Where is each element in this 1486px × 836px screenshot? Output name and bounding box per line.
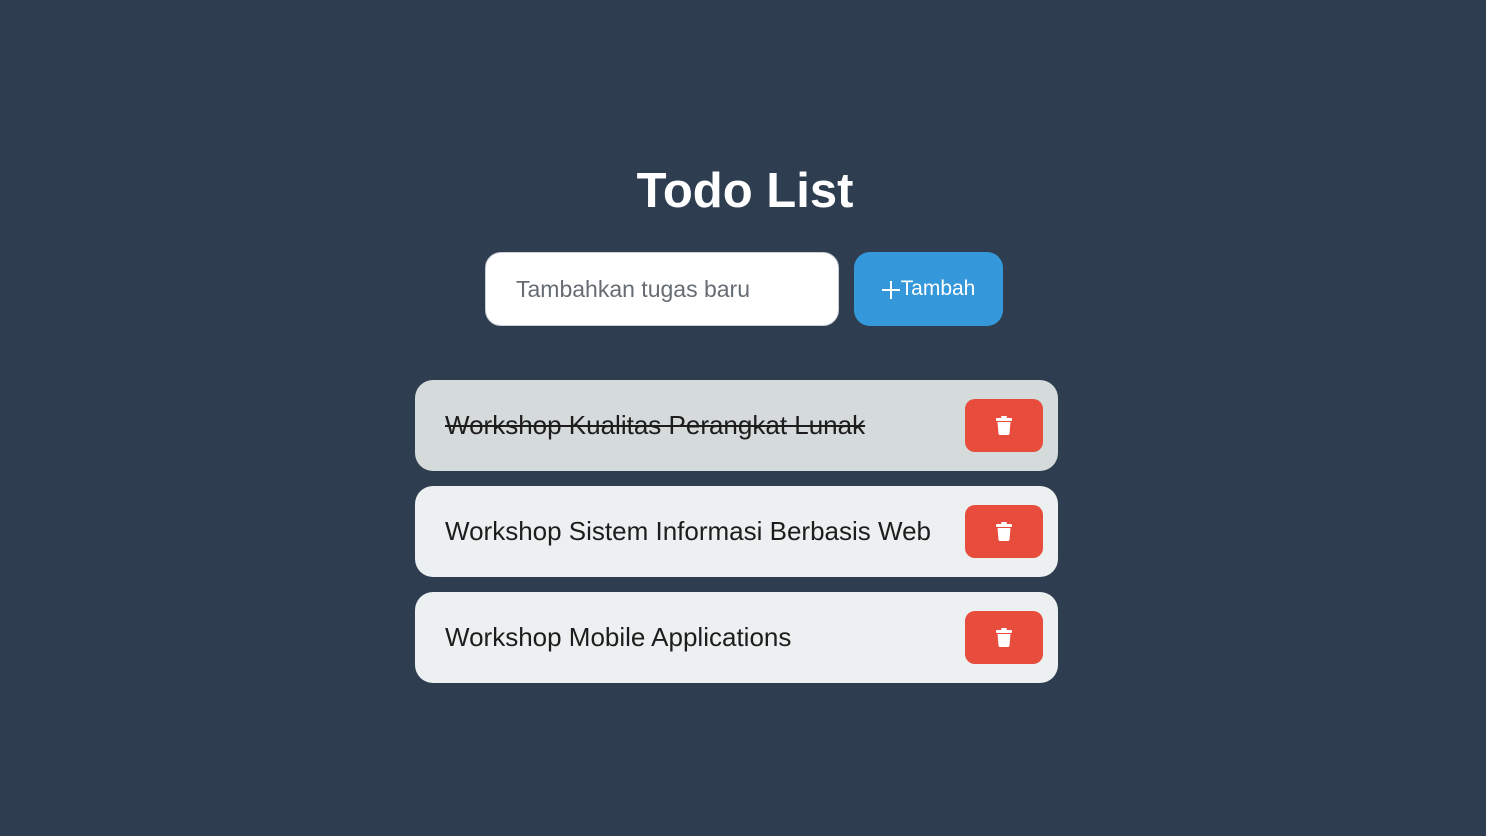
todo-item[interactable]: Workshop Sistem Informasi Berbasis Web [415, 486, 1058, 577]
todo-item[interactable]: Workshop Mobile Applications [415, 592, 1058, 683]
todo-item-text: Workshop Kualitas Perangkat Lunak [445, 410, 866, 440]
add-task-form: Tambah [485, 252, 1003, 326]
trash-icon [996, 416, 1012, 435]
todo-item-text: Workshop Mobile Applications [445, 622, 792, 652]
trash-icon [996, 628, 1012, 647]
todo-list: Workshop Kualitas Perangkat Lunak Worksh… [415, 380, 1058, 698]
delete-todo-button[interactable] [965, 611, 1043, 664]
todo-item[interactable]: Workshop Kualitas Perangkat Lunak [415, 380, 1058, 471]
todo-app: Todo List Tambah Workshop Kualitas Peran… [0, 0, 1486, 836]
trash-icon [996, 522, 1012, 541]
plus-icon [881, 280, 900, 299]
delete-todo-button[interactable] [965, 505, 1043, 558]
new-task-input[interactable] [485, 252, 839, 326]
add-task-button[interactable]: Tambah [854, 252, 1003, 326]
page-title: Todo List [636, 164, 854, 218]
delete-todo-button[interactable] [965, 399, 1043, 452]
add-task-button-label: Tambah [900, 277, 976, 300]
todo-item-text: Workshop Sistem Informasi Berbasis Web [445, 516, 931, 546]
